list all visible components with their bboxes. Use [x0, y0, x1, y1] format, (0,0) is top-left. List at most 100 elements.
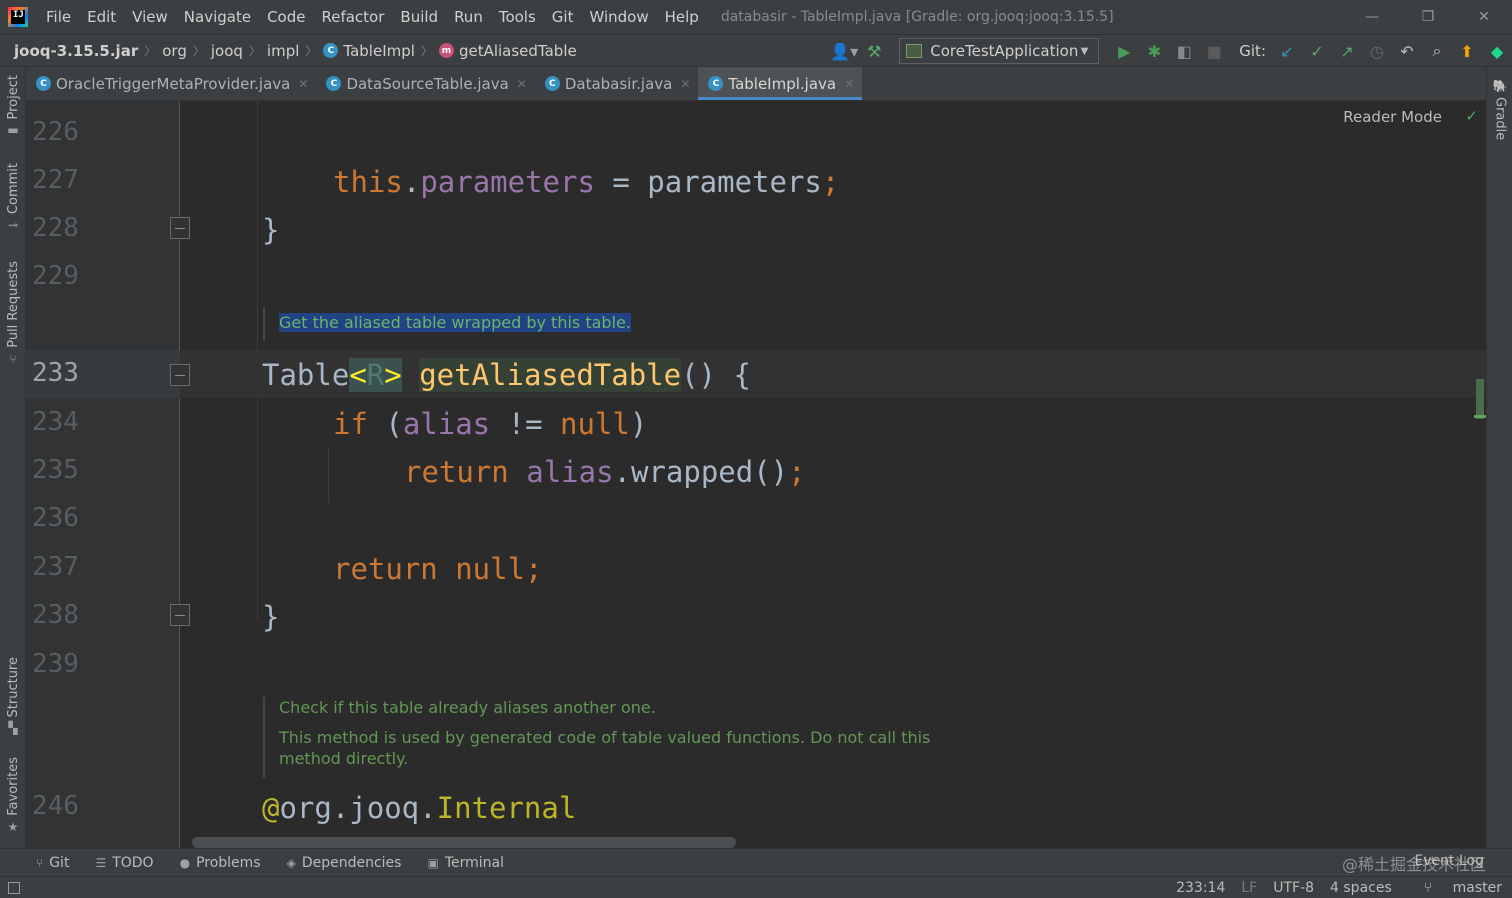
restore-button[interactable]: ❐ [1400, 0, 1456, 34]
gradle-tool-label: Gradle [1492, 97, 1508, 141]
tool-windows-toggle-icon[interactable] [8, 881, 20, 894]
tab-oracle-trigger-meta-provider[interactable]: C OracleTriggerMetaProvider.java ✕ [26, 67, 316, 100]
horizontal-scrollbar[interactable] [192, 837, 736, 848]
editor-tabs: C OracleTriggerMetaProvider.java ✕ C Dat… [26, 67, 1486, 101]
search-icon[interactable]: ⌕ [1422, 36, 1452, 66]
breadcrumb-impl[interactable]: impl [267, 42, 299, 60]
menu-run[interactable]: Run [446, 8, 491, 26]
menu-build[interactable]: Build [392, 8, 446, 26]
line-separator[interactable]: LF [1241, 880, 1257, 896]
menu-window[interactable]: Window [581, 8, 656, 26]
line-number: 234 [32, 407, 79, 437]
menu-refactor[interactable]: Refactor [313, 8, 392, 26]
breadcrumb-separator: 〉 [420, 44, 433, 58]
minimize-button[interactable]: — [1344, 0, 1400, 34]
breadcrumb-org[interactable]: org [162, 42, 187, 60]
class-icon: C [323, 43, 339, 58]
reader-mode-toggle[interactable]: Reader Mode [1343, 108, 1442, 126]
commit-tool-button[interactable]: Commit ⊸ [0, 163, 26, 232]
right-tool-stripe: 🐘 Gradle [1486, 67, 1512, 848]
gradle-elephant-icon: 🐘 [1492, 79, 1508, 93]
git-push-icon[interactable]: ↗ [1332, 36, 1362, 66]
close-icon[interactable]: ✕ [844, 77, 854, 91]
breadcrumb-jar[interactable]: jooq-3.15.5.jar [14, 42, 138, 60]
git-branch-label: master [1452, 880, 1502, 896]
menu-navigate[interactable]: Navigate [176, 8, 259, 26]
close-icon[interactable]: ✕ [680, 77, 690, 91]
fold-marker-icon[interactable] [170, 604, 190, 626]
project-tool-button[interactable]: Project ▬ [0, 75, 26, 137]
tab-data-source-table[interactable]: C DataSourceTable.java ✕ [316, 67, 534, 100]
structure-tool-label: Structure [5, 657, 21, 718]
tab-table-impl[interactable]: C TableImpl.java ✕ [698, 67, 863, 100]
history-icon[interactable]: ◷ [1362, 36, 1392, 66]
menu-view[interactable]: View [124, 8, 176, 26]
bottom-tool-bar: ⑂ Git ☰ TODO ● Problems ◈ Dependencies ▣… [0, 848, 1512, 876]
gradle-tool-button[interactable]: 🐘 Gradle [1487, 79, 1512, 140]
left-tool-stripe: Project ▬ Commit ⊸ Pull Requests ⑂ Struc… [0, 67, 26, 848]
chevron-down-icon: ▼ [1080, 45, 1089, 57]
favorites-tool-button[interactable]: Favorites ★ [0, 757, 26, 834]
class-icon: C [36, 76, 51, 91]
git-label: Git: [1239, 42, 1266, 60]
user-dropdown-icon[interactable]: 👤▾ [829, 36, 859, 66]
line-number: 236 [32, 503, 79, 533]
terminal-tool-button[interactable]: ▣ Terminal [427, 855, 504, 871]
update-available-icon[interactable]: ⬆ [1452, 36, 1482, 66]
inspection-ok-icon[interactable]: ✓ [1465, 107, 1478, 125]
run-icon[interactable]: ▶ [1109, 36, 1139, 66]
debug-icon[interactable]: ✱ [1139, 36, 1169, 66]
dependencies-tool-label: Dependencies [301, 854, 402, 871]
commit-icon: ⊸ [7, 218, 19, 233]
menu-tools[interactable]: Tools [491, 8, 544, 26]
code-text: if (alias != null) [333, 407, 648, 441]
rollback-icon[interactable]: ↶ [1392, 36, 1422, 66]
run-configuration-select[interactable]: CoreTestApplication ▼ [899, 38, 1100, 64]
caret-position[interactable]: 233:14 [1176, 880, 1225, 896]
fold-marker-icon[interactable] [170, 364, 190, 386]
build-hammer-icon[interactable]: ⚒ [859, 36, 889, 66]
menu-file[interactable]: File [38, 8, 79, 26]
git-commit-icon[interactable]: ✓ [1302, 36, 1332, 66]
code-line: 238 } [26, 592, 1486, 640]
breadcrumb-separator: 〉 [248, 44, 261, 58]
coverage-icon[interactable]: ◧ [1169, 36, 1199, 66]
fold-marker-icon[interactable] [170, 217, 190, 239]
menu-git[interactable]: Git [544, 8, 582, 26]
todo-tool-button[interactable]: ☰ TODO [95, 855, 153, 871]
git-branch-widget[interactable]: ⑂ master [1408, 880, 1502, 896]
close-icon[interactable]: ✕ [298, 77, 308, 91]
menu-help[interactable]: Help [657, 8, 707, 26]
scrollbar-marker[interactable] [1476, 379, 1484, 419]
branch-icon: ⑂ [36, 855, 44, 870]
problems-tool-button[interactable]: ● Problems [180, 855, 261, 871]
close-icon[interactable]: ✕ [517, 77, 527, 91]
gradle-config-icon [906, 44, 923, 58]
line-number: 229 [32, 261, 79, 291]
code-with-me-icon[interactable]: ◆ [1482, 36, 1512, 66]
rendered-javadoc: Get the aliased table wrapped by this ta… [263, 307, 631, 341]
code-editor[interactable]: 226 227 this.parameters = parameters; 22… [26, 101, 1486, 848]
breadcrumb-class[interactable]: C TableImpl [323, 42, 415, 60]
breadcrumb-jooq[interactable]: jooq [211, 42, 243, 60]
breadcrumb-jooq-label: jooq [210, 41, 243, 60]
close-window-button[interactable]: ✕ [1456, 0, 1512, 34]
git-tool-button[interactable]: ⑂ Git [36, 855, 69, 871]
tab-databasir[interactable]: C Databasir.java ✕ [535, 67, 699, 100]
rendered-javadoc: Check if this table already aliases anot… [263, 697, 963, 778]
line-number: 237 [32, 552, 79, 582]
stop-icon[interactable]: ■ [1199, 36, 1229, 66]
file-encoding[interactable]: UTF-8 [1273, 880, 1314, 896]
tab-label: DataSourceTable.java [346, 74, 509, 93]
structure-tool-button[interactable]: Structure ▚ [0, 657, 26, 735]
dependencies-tool-button[interactable]: ◈ Dependencies [287, 855, 402, 871]
code-line: 237 return null; [26, 544, 1486, 592]
method-icon: m [438, 43, 454, 58]
pull-requests-tool-button[interactable]: Pull Requests ⑂ [0, 261, 26, 366]
code-text: return alias.wrapped(); [404, 455, 806, 489]
menu-edit[interactable]: Edit [79, 8, 124, 26]
git-update-icon[interactable]: ↙ [1272, 36, 1302, 66]
menu-code[interactable]: Code [259, 8, 313, 26]
indent-setting[interactable]: 4 spaces [1330, 880, 1392, 896]
breadcrumb-method[interactable]: m getAliasedTable [438, 42, 577, 60]
